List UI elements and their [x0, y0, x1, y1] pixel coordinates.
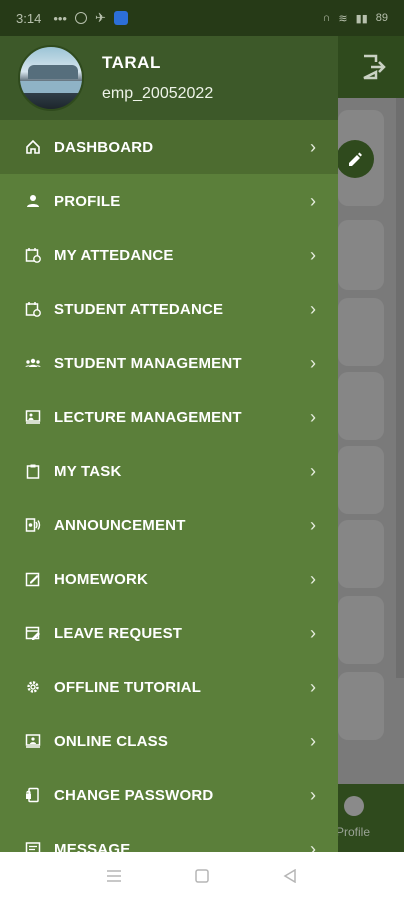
user-name: TARAL: [102, 53, 161, 72]
monitor-person-icon: [24, 732, 42, 750]
battery-icon: 89: [375, 12, 388, 24]
group-icon: [24, 354, 42, 372]
status-time: 3:14: [16, 10, 42, 26]
background-card: [338, 372, 384, 440]
phone-lock-icon: [24, 786, 42, 804]
menu-item-leave-request[interactable]: LEAVE REQUEST ›: [0, 606, 338, 660]
message-icon: [24, 840, 42, 852]
walk-icon: ✈: [94, 10, 106, 25]
home-icon: [24, 138, 42, 156]
chevron-right-icon: ›: [310, 514, 316, 535]
person-icon: [24, 192, 42, 210]
chevron-right-icon: ›: [310, 460, 316, 481]
chevron-right-icon: ›: [310, 298, 316, 319]
background-bottom-nav: [338, 784, 404, 852]
menu-item-student-attendance[interactable]: STUDENT ATTEDANCE ›: [0, 282, 338, 336]
menu-item-profile[interactable]: PROFILE ›: [0, 174, 338, 228]
user-id: emp_20052022: [102, 85, 214, 102]
megaphone-icon: [24, 516, 42, 534]
app-badge-icon: [113, 11, 128, 25]
menu-item-announcement[interactable]: ANNOUNCEMENT ›: [0, 498, 338, 552]
status-bar: 3:14 ••• ✈ ∩ ≋ ▮▮ 89: [0, 0, 404, 36]
profile-nav-icon[interactable]: [344, 796, 364, 816]
clipboard-icon: [24, 462, 42, 480]
chevron-right-icon: ›: [310, 352, 316, 373]
chevron-right-icon: ›: [310, 838, 316, 853]
chevron-right-icon: ›: [310, 784, 316, 805]
logout-icon[interactable]: [360, 52, 386, 82]
home-button[interactable]: [187, 861, 217, 891]
menu-item-online-class[interactable]: ONLINE CLASS ›: [0, 714, 338, 768]
background-card: [338, 672, 384, 740]
menu-item-dashboard[interactable]: DASHBOARD ›: [0, 120, 338, 174]
navigation-drawer: TARAL emp_20052022 DASHBOARD › PROFILE ›…: [0, 36, 338, 852]
chevron-right-icon: ›: [310, 244, 316, 265]
user-info: TARAL emp_20052022: [102, 53, 213, 103]
menu-item-student-management[interactable]: STUDENT MANAGEMENT ›: [0, 336, 338, 390]
menu-item-message[interactable]: MESSAGE ›: [0, 822, 338, 852]
drawer-menu: DASHBOARD › PROFILE › MY ATTEDANCE › STU…: [0, 120, 338, 852]
system-nav-bar: [0, 852, 404, 900]
calendar-clock-icon: [24, 246, 42, 264]
menu-item-lecture-management[interactable]: LECTURE MANAGEMENT ›: [0, 390, 338, 444]
edit-fab[interactable]: [336, 140, 374, 178]
drawer-header: TARAL emp_20052022: [0, 36, 338, 120]
calendar-clock-icon: [24, 300, 42, 318]
menu-item-change-password[interactable]: CHANGE PASSWORD ›: [0, 768, 338, 822]
pencil-icon: [349, 152, 362, 166]
more-dots-icon: •••: [53, 10, 67, 26]
chevron-right-icon: ›: [310, 730, 316, 751]
presentation-icon: [24, 408, 42, 426]
wifi-icon: ≋: [338, 12, 348, 25]
menu-lines-icon: [107, 870, 121, 882]
chevron-right-icon: ›: [310, 568, 316, 589]
recents-button[interactable]: [99, 861, 129, 891]
chevron-right-icon: ›: [310, 622, 316, 643]
scrollbar: [396, 98, 404, 678]
back-triangle-icon: [283, 869, 296, 883]
chevron-right-icon: ›: [310, 136, 316, 157]
edit-box-icon: [24, 570, 42, 588]
chevron-right-icon: ›: [310, 406, 316, 427]
headset-icon: ∩: [322, 12, 331, 24]
menu-item-homework[interactable]: HOMEWORK ›: [0, 552, 338, 606]
signal-icon: ▮▮: [355, 12, 368, 25]
profile-nav-label[interactable]: Profile: [336, 825, 370, 839]
notification-icon: [74, 12, 87, 24]
background-card: [338, 520, 384, 588]
background-card: [338, 596, 384, 664]
background-card: [338, 220, 384, 290]
chevron-right-icon: ›: [310, 190, 316, 211]
menu-item-my-task[interactable]: MY TASK ›: [0, 444, 338, 498]
square-icon: [195, 869, 209, 883]
menu-item-my-attendance[interactable]: MY ATTEDANCE ›: [0, 228, 338, 282]
background-card: [338, 446, 384, 514]
gear-icon: [24, 678, 42, 696]
back-button[interactable]: [275, 861, 305, 891]
menu-item-offline-tutorial[interactable]: OFFLINE TUTORIAL ›: [0, 660, 338, 714]
background-card: [338, 298, 384, 366]
avatar[interactable]: [18, 45, 84, 111]
chevron-right-icon: ›: [310, 676, 316, 697]
calendar-edit-icon: [24, 624, 42, 642]
